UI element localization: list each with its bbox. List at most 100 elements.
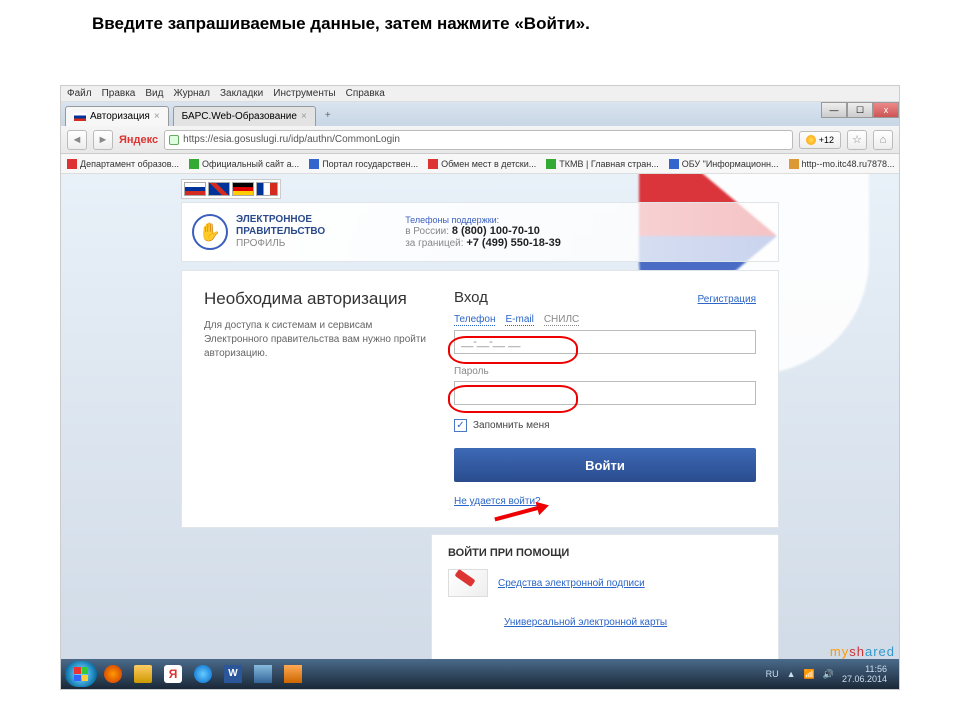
bookmark-icon (669, 159, 679, 169)
taskbar: Я W RU ▲ 📶 🔊 11:56 27.06.2014 (61, 659, 899, 689)
tab-auth[interactable]: Авторизация × (65, 106, 169, 126)
weather-value: +12 (819, 135, 834, 145)
close-window-button[interactable]: x (873, 102, 899, 118)
tray-clock[interactable]: 11:56 27.06.2014 (842, 664, 887, 684)
tab-label: БАРС.Web-Образование (182, 111, 297, 122)
bookmark-icon (67, 159, 77, 169)
aux-esign-link[interactable]: Средства электронной подписи (498, 578, 645, 589)
flag-de-icon[interactable] (232, 182, 254, 196)
start-button[interactable] (65, 661, 97, 687)
tab-snils[interactable]: СНИЛС (544, 314, 579, 326)
checkbox-checked-icon[interactable]: ✓ (454, 419, 467, 432)
bookmarks-bar: Департамент образов... Официальный сайт … (61, 154, 899, 174)
remember-me[interactable]: ✓ Запомнить меня (454, 419, 756, 432)
bookmark-icon (546, 159, 556, 169)
close-tab-icon[interactable]: × (154, 111, 160, 122)
bookmark-item[interactable]: Обмен мест в детски... (428, 159, 536, 169)
aux-uec[interactable]: Универсальной электронной карты (448, 603, 762, 641)
auth-required-title: Необходима авторизация (204, 289, 434, 309)
url-text: https://esia.gosuslugi.ru/idp/authn/Comm… (183, 134, 400, 145)
bookmark-item[interactable]: Портал государствен... (309, 159, 418, 169)
support-phones: Телефоны поддержки: в России: 8 (800) 10… (405, 215, 561, 249)
bookmark-item[interactable]: Официальный сайт а... (189, 159, 299, 169)
bookmark-label: Обмен мест в детски... (441, 159, 536, 169)
remember-label: Запомнить меня (473, 420, 550, 431)
menu-file[interactable]: Файл (67, 88, 92, 99)
new-tab-button[interactable]: + (320, 110, 336, 126)
menu-tools[interactable]: Инструменты (273, 88, 335, 99)
bookmark-label: ОБУ "Информационн... (682, 159, 779, 169)
home-button[interactable]: ⌂ (873, 130, 893, 150)
bookmark-icon (428, 159, 438, 169)
browser-menu: Файл Правка Вид Журнал Закладки Инструме… (61, 86, 899, 102)
cant-login-link[interactable]: Не удается войти? (454, 496, 541, 507)
menu-view[interactable]: Вид (145, 88, 163, 99)
flag-uk-icon[interactable] (208, 182, 230, 196)
tray-network-icon[interactable]: 📶 (804, 669, 815, 680)
tab-phone[interactable]: Телефон (454, 314, 495, 326)
menu-edit[interactable]: Правка (102, 88, 136, 99)
back-button[interactable]: ◄ (67, 130, 87, 150)
password-label: Пароль (454, 366, 756, 377)
tab-label: Авторизация (90, 111, 150, 122)
bookmark-item[interactable]: Департамент образов... (67, 159, 179, 169)
menu-bookmarks[interactable]: Закладки (220, 88, 263, 99)
aux-uec-link[interactable]: Универсальной электронной карты (504, 617, 667, 628)
taskbar-ie-icon[interactable] (189, 661, 217, 687)
aux-title: ВОЙТИ ПРИ ПОМОЩИ (448, 547, 762, 559)
login-title: Вход (454, 289, 488, 306)
address-bar-row: ◄ ► Яндекс https://esia.gosuslugi.ru/idp… (61, 126, 899, 154)
close-tab-icon[interactable]: × (301, 111, 307, 122)
bookmark-icon (789, 159, 799, 169)
system-tray: RU ▲ 📶 🔊 11:56 27.06.2014 (766, 664, 895, 684)
weather-chip[interactable]: +12 (799, 131, 841, 149)
auth-info: Необходима авторизация Для доступа к сис… (204, 289, 434, 509)
language-bar (181, 179, 281, 199)
taskbar-word-icon[interactable]: W (219, 661, 247, 687)
bookmark-star-button[interactable]: ☆ (847, 130, 867, 150)
maximize-button[interactable]: ☐ (847, 102, 873, 118)
tray-lang[interactable]: RU (766, 669, 779, 679)
bookmark-item[interactable]: ТКМВ | Главная стран... (546, 159, 658, 169)
bookmark-icon (189, 159, 199, 169)
taskbar-firefox-icon[interactable] (99, 661, 127, 687)
tab-bars[interactable]: БАРС.Web-Образование × (173, 106, 316, 126)
address-bar[interactable]: https://esia.gosuslugi.ru/idp/authn/Comm… (164, 130, 793, 150)
usb-token-icon (448, 569, 488, 597)
page-header: ✋ ЭЛЕКТРОННОЕ ПРАВИТЕЛЬСТВО ПРОФИЛЬ Теле… (181, 202, 779, 262)
snils-input[interactable] (454, 330, 756, 354)
bookmark-label: Портал государствен... (322, 159, 418, 169)
register-link[interactable]: Регистрация (698, 294, 756, 305)
minimize-button[interactable]: — (821, 102, 847, 118)
auth-card: Необходима авторизация Для доступа к сис… (181, 270, 779, 528)
bookmark-label: ТКМВ | Главная стран... (559, 159, 658, 169)
tab-email[interactable]: E-mail (505, 314, 533, 326)
brand-text: ЭЛЕКТРОННОЕ ПРАВИТЕЛЬСТВО ПРОФИЛЬ (236, 214, 325, 250)
aux-login-card: ВОЙТИ ПРИ ПОМОЩИ Средства электронной по… (431, 534, 779, 660)
bookmark-item[interactable]: http--mo.itc48.ru7878... (789, 159, 895, 169)
yandex-label: Яндекс (119, 134, 158, 146)
bookmark-icon (309, 159, 319, 169)
taskbar-app-icon[interactable] (249, 661, 277, 687)
taskbar-yandex-icon[interactable]: Я (159, 661, 187, 687)
page-viewport: ✋ ЭЛЕКТРОННОЕ ПРАВИТЕЛЬСТВО ПРОФИЛЬ Теле… (61, 174, 899, 689)
forward-button[interactable]: ► (93, 130, 113, 150)
aux-esign[interactable]: Средства электронной подписи (448, 569, 762, 597)
bookmark-label: Официальный сайт а... (202, 159, 299, 169)
bookmark-item[interactable]: ОБУ "Информационн... (669, 159, 779, 169)
tray-volume-icon[interactable]: 🔊 (823, 669, 834, 680)
flag-fr-icon[interactable] (256, 182, 278, 196)
instruction-text: Введите запрашиваемые данные, затем нажм… (0, 0, 960, 44)
flag-ru-icon[interactable] (184, 182, 206, 196)
menu-history[interactable]: Журнал (173, 88, 210, 99)
taskbar-app-icon[interactable] (279, 661, 307, 687)
menu-help[interactable]: Справка (346, 88, 385, 99)
favicon-ru-icon (74, 113, 86, 121)
login-button[interactable]: Войти (454, 448, 756, 482)
watermark: myshared (830, 644, 895, 659)
taskbar-explorer-icon[interactable] (129, 661, 157, 687)
password-input[interactable] (454, 381, 756, 405)
browser-window: Файл Правка Вид Журнал Закладки Инструме… (60, 85, 900, 690)
windows-logo-icon (74, 667, 88, 681)
tray-flag-icon[interactable]: ▲ (787, 669, 796, 679)
